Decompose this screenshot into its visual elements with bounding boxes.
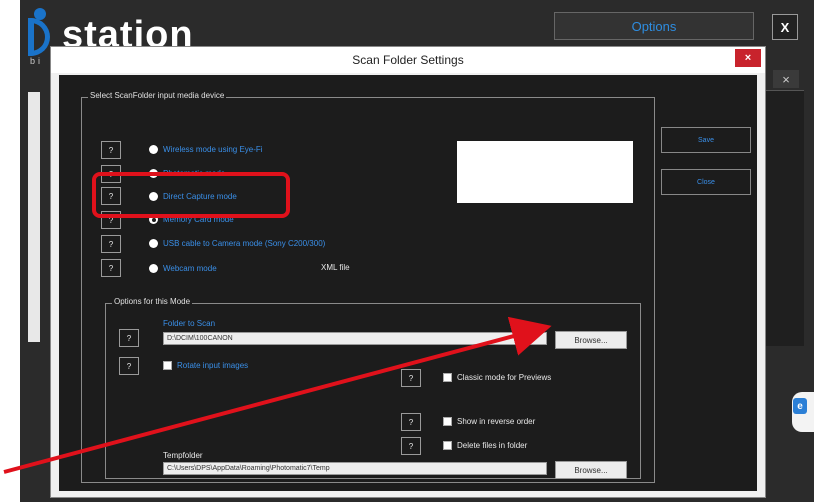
annotation-arrow-icon bbox=[3, 316, 552, 474]
